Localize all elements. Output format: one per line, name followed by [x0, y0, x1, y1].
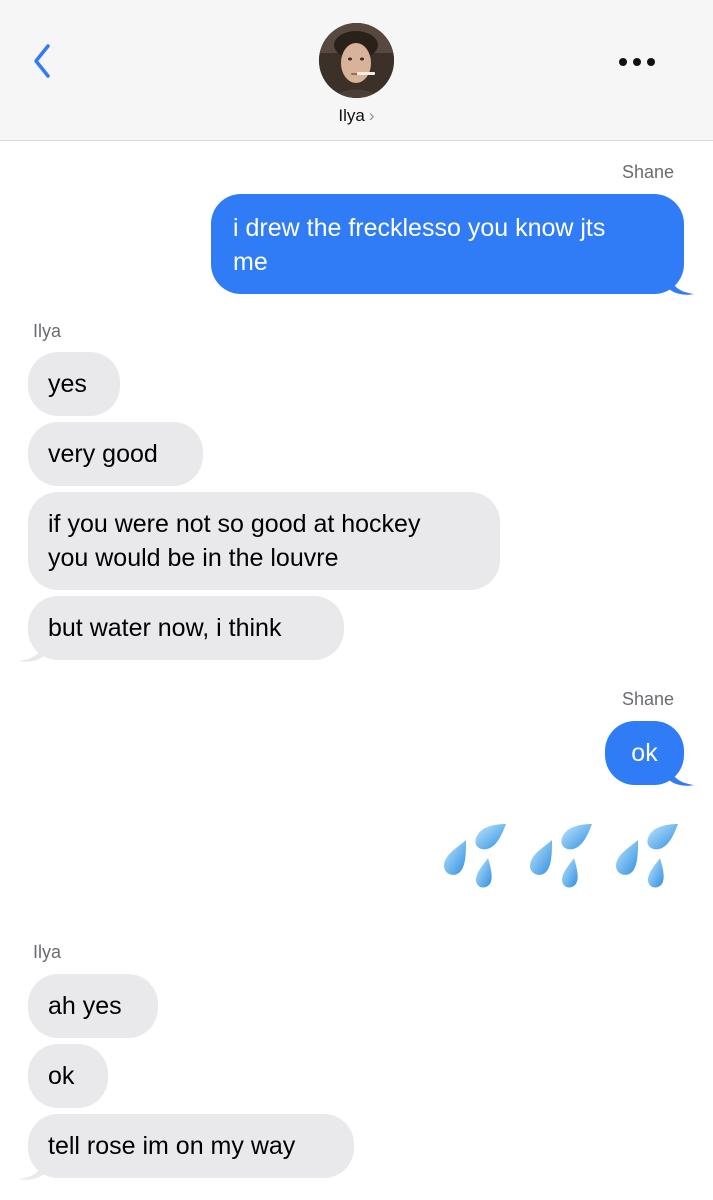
message-bubble-incoming[interactable]: ok: [28, 1044, 108, 1108]
contact-name: Ilya: [338, 106, 365, 125]
bubble-tail: [669, 763, 694, 786]
message-bubble-outgoing[interactable]: i drew the frecklesso you know jts me: [211, 194, 684, 294]
sender-label: Shane: [622, 689, 675, 709]
ellipsis-icon-dot: [633, 58, 641, 66]
sender-label: Shane: [622, 162, 675, 182]
bubble-tail: [669, 272, 694, 295]
sweat-droplets-icon: [444, 824, 506, 888]
message-bubble-incoming[interactable]: tell rose im on my way: [28, 1114, 354, 1178]
chevron-right-icon: ›: [368, 106, 375, 125]
message-bubble-incoming[interactable]: yes: [28, 352, 120, 416]
more-options-button[interactable]: [613, 50, 661, 74]
emoji-message[interactable]: [436, 818, 686, 894]
message-bubble-incoming[interactable]: if you were not so good at hockey you wo…: [28, 492, 500, 590]
sender-label: Ilya: [33, 942, 62, 962]
conversation-header: Ilya ›: [0, 0, 713, 141]
bubble-tail: [19, 1157, 44, 1180]
contact-name-button[interactable]: Ilya ›: [300, 106, 413, 126]
sweat-droplets-icon: [616, 824, 678, 888]
avatar-photo: [319, 23, 394, 98]
ellipsis-icon-dot: [647, 58, 655, 66]
message-bubble-incoming[interactable]: ah yes: [28, 974, 158, 1038]
ellipsis-icon-dot: [619, 58, 627, 66]
message-bubble-incoming[interactable]: but water now, i think: [28, 596, 344, 660]
bubble-tail: [19, 639, 44, 662]
sender-label: Ilya: [33, 321, 62, 341]
back-button[interactable]: [26, 38, 62, 84]
message-bubble-incoming[interactable]: very good: [28, 422, 203, 486]
chevron-left-icon: [34, 44, 50, 78]
sweat-droplets-icon: [530, 824, 592, 888]
contact-avatar[interactable]: [319, 23, 394, 98]
